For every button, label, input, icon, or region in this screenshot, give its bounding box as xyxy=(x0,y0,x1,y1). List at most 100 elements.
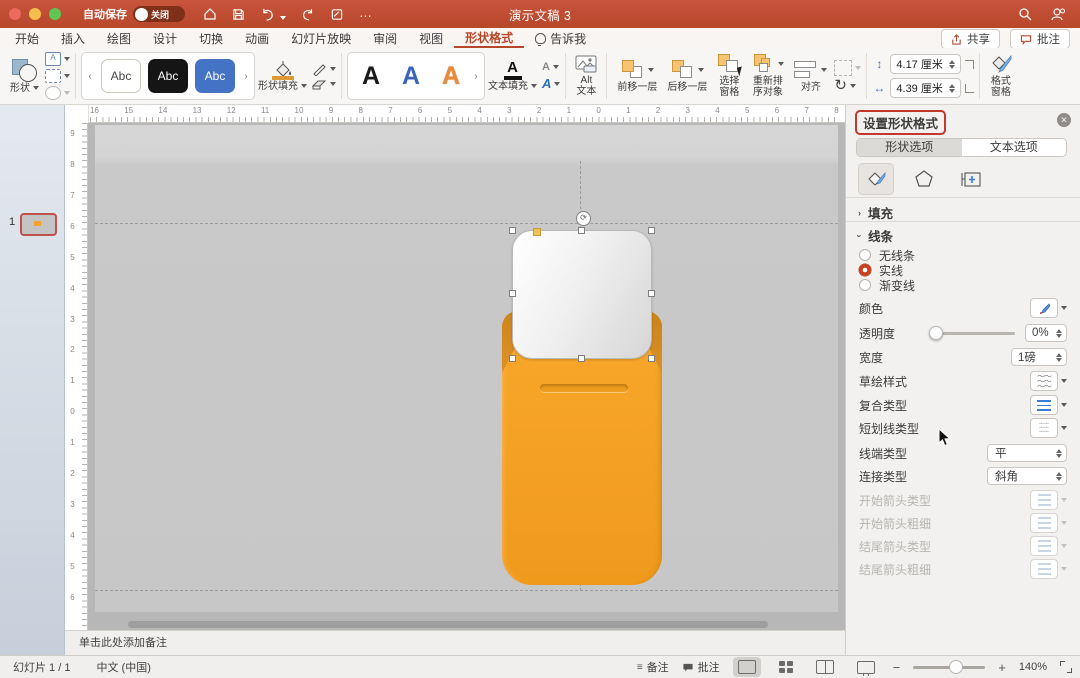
comments-button[interactable]: 批注 xyxy=(1010,29,1070,49)
align-button[interactable]: 对齐 xyxy=(789,60,832,93)
language-indicator[interactable]: 中文 (中国) xyxy=(96,659,150,675)
more-commands-icon[interactable]: … xyxy=(359,5,373,20)
shape-style-swatch-1[interactable]: Abc xyxy=(101,59,141,93)
sketch-style-dropdown[interactable]: 〜〜〜〜〜〜 xyxy=(1030,371,1058,391)
join-type-select[interactable]: 斜角 xyxy=(987,467,1067,485)
rotation-handle[interactable]: ⟳ xyxy=(576,211,591,226)
reorder-objects-button[interactable]: 重新排 序对象 xyxy=(746,54,789,98)
share-button[interactable]: 共享 xyxy=(941,29,1000,49)
tab-告诉我[interactable]: 告诉我 xyxy=(524,28,597,48)
shape-width-field[interactable]: 4.39 厘米 xyxy=(890,78,960,98)
effects-tab[interactable] xyxy=(906,163,942,195)
tab-设计[interactable]: 设计 xyxy=(142,28,188,48)
format-pane-button[interactable]: 格式 窗格 xyxy=(985,54,1017,98)
adjust-handle[interactable] xyxy=(533,228,541,236)
gallery-prev-button[interactable]: ‹ xyxy=(86,71,94,82)
normal-view-button[interactable] xyxy=(733,657,761,677)
section-fill[interactable]: › 填充 xyxy=(858,203,893,222)
section-line[interactable]: › 线条 xyxy=(858,226,893,245)
comments-toggle-button[interactable]: 批注 xyxy=(682,659,720,675)
autosave-toggle[interactable]: 关闭 xyxy=(133,6,185,22)
zoom-slider[interactable] xyxy=(913,666,985,669)
compound-type-dropdown[interactable] xyxy=(1030,395,1058,415)
undo-icon[interactable] xyxy=(260,8,275,21)
text-effects-button[interactable]: A xyxy=(542,76,560,91)
chevron-down-icon[interactable] xyxy=(1061,306,1067,310)
line-color-button[interactable] xyxy=(1030,298,1058,318)
notes-area[interactable]: 单击此处添加备注 xyxy=(65,630,845,655)
shape-style-swatch-2[interactable]: Abc xyxy=(148,59,188,93)
arrow-option-dropdown[interactable] xyxy=(1030,513,1058,533)
tab-shape-options[interactable]: 形状选项 xyxy=(857,139,962,156)
arrow-option-dropdown[interactable] xyxy=(1030,559,1058,579)
resize-handle-e[interactable] xyxy=(648,290,655,297)
resize-handle-w[interactable] xyxy=(509,290,516,297)
chevron-down-icon[interactable] xyxy=(1061,379,1067,383)
zoom-in-button[interactable]: + xyxy=(998,660,1006,675)
alt-text-button[interactable]: Alt 文本 xyxy=(571,55,601,97)
group-button[interactable] xyxy=(834,60,861,76)
height-stepper[interactable] xyxy=(949,60,955,69)
zoom-slider-thumb[interactable] xyxy=(949,660,963,674)
text-style-swatch-1[interactable]: A xyxy=(352,62,390,91)
arrow-option-dropdown[interactable] xyxy=(1030,536,1058,556)
slider-thumb[interactable] xyxy=(929,326,943,340)
shape-style-swatch-3[interactable]: Abc xyxy=(195,59,235,93)
send-backward-button[interactable]: 后移一层 xyxy=(662,60,712,93)
line-width-field[interactable]: 1磅 xyxy=(1011,348,1067,366)
text-style-swatch-2[interactable]: A xyxy=(392,62,430,91)
text-box-button[interactable]: A xyxy=(45,52,70,66)
horizontal-scrollbar[interactable] xyxy=(128,621,768,628)
print-icon[interactable] xyxy=(330,8,344,21)
tab-动画[interactable]: 动画 xyxy=(234,28,280,48)
account-icon[interactable] xyxy=(1050,7,1066,21)
selected-rounded-rectangle[interactable]: ⟳ xyxy=(512,230,652,359)
chevron-down-icon[interactable] xyxy=(1061,403,1067,407)
redo-icon[interactable] xyxy=(301,8,315,21)
tab-绘图[interactable]: 绘图 xyxy=(96,28,142,48)
text-gallery-next-button[interactable]: › xyxy=(472,71,480,82)
tab-幻灯片放映[interactable]: 幻灯片放映 xyxy=(280,28,362,48)
tab-审阅[interactable]: 审阅 xyxy=(362,28,408,48)
save-icon[interactable] xyxy=(232,8,245,21)
resize-handle-nw[interactable] xyxy=(509,227,516,234)
resize-handle-sw[interactable] xyxy=(509,355,516,362)
edit-shape-button[interactable] xyxy=(45,69,70,83)
resize-handle-n[interactable] xyxy=(578,227,585,234)
shape-outline-button[interactable] xyxy=(312,63,336,76)
tab-切换[interactable]: 切换 xyxy=(188,28,234,48)
zoom-window-button[interactable] xyxy=(49,8,61,20)
merge-shapes-button[interactable] xyxy=(45,86,70,100)
transparency-slider[interactable] xyxy=(931,332,1015,335)
notes-toggle-button[interactable]: ≡ 备注 xyxy=(637,659,669,675)
tab-插入[interactable]: 插入 xyxy=(50,28,96,48)
slide[interactable]: ⟳ xyxy=(95,125,838,612)
selection-pane-button[interactable]: 选择 窗格 xyxy=(712,54,746,98)
search-icon[interactable] xyxy=(1018,7,1032,21)
undo-chevron-icon[interactable] xyxy=(280,16,286,20)
tab-text-options[interactable]: 文本选项 xyxy=(962,139,1067,156)
transparency-field[interactable]: 0% xyxy=(1025,324,1067,342)
home-icon[interactable] xyxy=(203,7,217,21)
slide-thumbnail[interactable] xyxy=(20,213,57,236)
insert-shape-button[interactable]: 形状 xyxy=(6,59,43,94)
zoom-out-button[interactable]: − xyxy=(893,660,901,675)
gallery-next-button[interactable]: › xyxy=(242,71,250,82)
cap-type-select[interactable]: 平 xyxy=(987,444,1067,462)
reading-view-button[interactable] xyxy=(811,657,839,677)
resize-handle-se[interactable] xyxy=(648,355,655,362)
radio-gradient-line[interactable]: 渐变线 xyxy=(846,274,1080,296)
minimize-window-button[interactable] xyxy=(29,8,41,20)
close-window-button[interactable] xyxy=(9,8,21,20)
slide-sorter-view-button[interactable] xyxy=(774,658,798,676)
chevron-down-icon[interactable] xyxy=(1061,426,1067,430)
zoom-level[interactable]: 140% xyxy=(1019,661,1047,673)
shape-height-field[interactable]: 4.17 厘米 xyxy=(890,54,960,74)
fill-line-tab[interactable] xyxy=(858,163,894,195)
close-panel-button[interactable]: ✕ xyxy=(1057,113,1071,127)
resize-handle-s[interactable] xyxy=(578,355,585,362)
arrow-option-dropdown[interactable] xyxy=(1030,490,1058,510)
tab-视图[interactable]: 视图 xyxy=(408,28,454,48)
width-stepper[interactable] xyxy=(949,84,955,93)
shape-effects-button[interactable] xyxy=(312,79,336,90)
